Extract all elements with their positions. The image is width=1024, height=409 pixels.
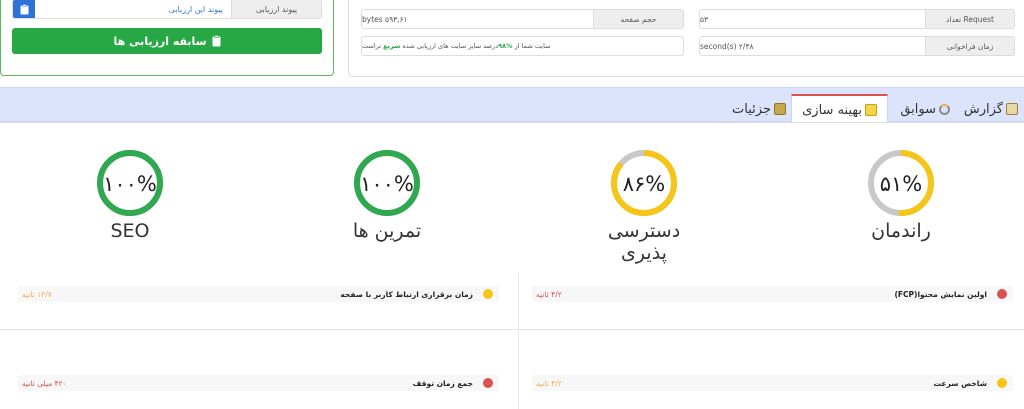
- best-practices-score: ۱۰۰%: [360, 172, 414, 196]
- details-icon: [774, 103, 786, 115]
- history-icon: [939, 103, 950, 115]
- tab-optimize[interactable]: بهینه سازی: [791, 94, 888, 124]
- comparison-percent: ۹۸%: [498, 42, 513, 50]
- status-dot-icon: [483, 289, 493, 299]
- request-count-label: تعداد Request: [925, 10, 1014, 28]
- performance-score: ۵۱%: [880, 172, 923, 196]
- accessibility-gauge: ۸۶% دسترسی پذیری: [584, 148, 704, 264]
- copy-link-button[interactable]: [13, 0, 35, 18]
- status-dot-icon: [997, 289, 1007, 299]
- report-link-input[interactable]: پیوند این ارزیابی: [35, 0, 231, 18]
- best-practices-gauge: ۱۰۰% تمرین ها: [327, 148, 447, 242]
- tab-bar: گزارش سوابق بهینه سازی جزئیات: [0, 87, 1024, 124]
- best-practices-ring: ۱۰۰%: [354, 150, 420, 216]
- accessibility-ring: ۸۶%: [611, 150, 677, 216]
- seo-score: ۱۰۰%: [103, 172, 157, 196]
- tab-report-label: گزارش: [963, 101, 1003, 117]
- metric-tti: زمان برقراری ارتباط کاربر با صفحه ۱۲/۷ ث…: [18, 286, 499, 302]
- metric-fcp-value: ۴/۲ ثانیه: [536, 289, 562, 299]
- column-divider: [518, 273, 519, 409]
- performance-title: راندمان: [871, 220, 931, 242]
- metric-fcp-label: اولین نمایش محتوا(FCP): [894, 289, 987, 299]
- metric-tti-value: ۱۲/۷ ثانیه: [22, 289, 52, 299]
- tab-history-label: سوابق: [900, 101, 936, 117]
- load-time-value: second(s) ۲/۴۸: [700, 41, 754, 51]
- load-time-stat: second(s) ۲/۴۸ زمان فراخوانی: [699, 36, 1015, 56]
- metric-tbt-value: ۴۲۰ میلی ثانیه: [22, 378, 67, 388]
- speed-comparison-stat: سایت شما از ۹۸% درصد سایر سایت های ارزیاب…: [361, 36, 684, 56]
- metric-tti-label: زمان برقراری ارتباط کاربر با صفحه: [340, 289, 473, 299]
- tab-details[interactable]: جزئیات: [732, 95, 786, 123]
- request-count-value: ۵۳: [700, 14, 709, 24]
- seo-gauge: ۱۰۰% SEO: [70, 148, 190, 242]
- comparison-middle: درصد سایر سایت های ارزیابی شده: [402, 42, 499, 50]
- optimize-icon: [865, 104, 877, 116]
- page-size-stat: bytes ۵۹۳,۶۱ حجم صفحه: [361, 9, 684, 29]
- tab-details-label: جزئیات: [732, 101, 771, 117]
- accessibility-title: دسترسی پذیری: [607, 220, 681, 264]
- page-size-value: bytes ۵۹۳,۶۱: [362, 14, 408, 24]
- tab-optimize-label: بهینه سازی: [802, 102, 862, 118]
- stats-panel: ۵۳ تعداد Request bytes ۵۹۳,۶۱ حجم صفحه s…: [348, 0, 1024, 77]
- report-link-row: پیوند این ارزیابی پیوند ارزیابی: [12, 0, 322, 19]
- evaluation-history-button[interactable]: سابقه ارزیابی ها: [12, 28, 322, 54]
- report-icon: [1006, 103, 1018, 115]
- status-dot-icon: [483, 378, 493, 388]
- tab-history[interactable]: سوابق: [900, 95, 950, 123]
- speed-comparison-text: سایت شما از ۹۸% درصد سایر سایت های ارزیاب…: [362, 37, 683, 55]
- page-size-label: حجم صفحه: [593, 10, 683, 28]
- report-link-panel: پیوند این ارزیابی پیوند ارزیابی سابقه ار…: [0, 0, 334, 76]
- clipboard-icon: [212, 35, 221, 47]
- metric-tbt: جمع زمان توقف ۴۲۰ میلی ثانیه: [18, 375, 499, 391]
- status-dot-icon: [997, 378, 1007, 388]
- optimization-panel: ۵۱% راندمان ۸۶% دسترسی پذیری ۱۰۰% تمرین …: [0, 122, 1024, 409]
- row-divider: [0, 329, 1024, 330]
- tab-report[interactable]: گزارش: [964, 95, 1018, 123]
- comparison-speed: سریع: [383, 42, 401, 50]
- history-button-label: سابقه ارزیابی ها: [113, 34, 207, 48]
- metric-fcp: اولین نمایش محتوا(FCP) ۴/۲ ثانیه: [532, 286, 1013, 302]
- request-count-stat: ۵۳ تعداد Request: [699, 9, 1015, 29]
- comparison-prefix: سایت شما از: [514, 42, 551, 50]
- accessibility-score: ۸۶%: [623, 172, 666, 196]
- load-time-label: زمان فراخوانی: [925, 37, 1014, 55]
- performance-ring: ۵۱%: [868, 150, 934, 216]
- clipboard-icon: [20, 3, 28, 14]
- seo-title: SEO: [110, 220, 150, 242]
- metric-speed-index: شاخص سرعت ۴/۲ ثانیه: [532, 375, 1013, 391]
- best-practices-title: تمرین ها: [352, 220, 422, 242]
- seo-ring: ۱۰۰%: [97, 150, 163, 216]
- performance-gauge: ۵۱% راندمان: [841, 148, 961, 242]
- report-link-label: پیوند ارزیابی: [231, 0, 321, 18]
- metric-speed-index-label: شاخص سرعت: [933, 378, 987, 388]
- metric-tbt-label: جمع زمان توقف: [412, 378, 473, 388]
- metric-speed-index-value: ۴/۲ ثانیه: [536, 378, 562, 388]
- comparison-suffix: تراست: [362, 42, 382, 50]
